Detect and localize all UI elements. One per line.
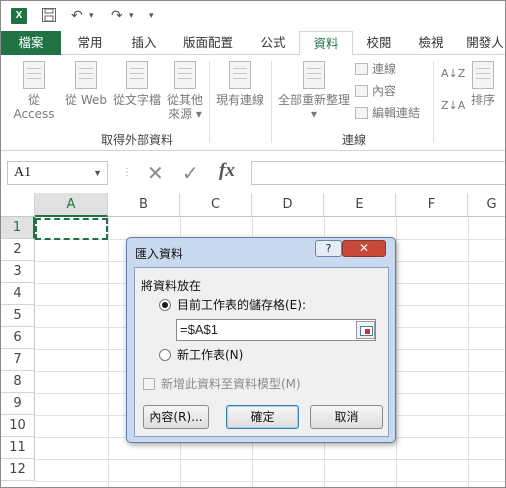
properties-button[interactable]: 內容(R)...: [143, 405, 209, 429]
row-header-5[interactable]: 5: [1, 305, 35, 327]
tab-view[interactable]: 檢視: [405, 31, 457, 55]
ribbon-tabs: 檔案 常用 插入 版面配置 公式 資料 校閱 檢視 開發人: [1, 31, 505, 56]
excel-window: X ↶ ▾ ↷ ▾ ▾ 檔案 常用 插入 版面配置 公式 資料 校閱 檢視 開發…: [0, 0, 506, 488]
close-button[interactable]: ✕: [342, 240, 386, 257]
group-get-external-data: 取得外部資料: [101, 133, 174, 147]
redo-icon[interactable]: ↷: [111, 7, 123, 25]
row-header-4[interactable]: 4: [1, 283, 35, 305]
insert-function-icon[interactable]: fx: [219, 160, 235, 182]
from-web-button[interactable]: 從 Web: [63, 61, 109, 107]
tab-page-layout[interactable]: 版面配置: [169, 31, 247, 55]
grid-line: [35, 459, 505, 460]
tab-review[interactable]: 校閱: [353, 31, 405, 55]
new-worksheet-label[interactable]: 新工作表(N): [177, 347, 243, 363]
connections-button[interactable]: 連線: [355, 60, 396, 78]
from-text-button[interactable]: 從文字檔: [111, 61, 163, 107]
redo-dropdown-icon[interactable]: ▾: [129, 7, 134, 25]
excel-app-icon[interactable]: X: [11, 8, 27, 24]
properties-ribbon-button[interactable]: 內容: [355, 82, 396, 100]
add-to-data-model-checkbox[interactable]: [143, 378, 155, 390]
column-header-a[interactable]: A: [35, 193, 108, 217]
place-data-label: 將資料放在: [141, 279, 202, 293]
range-input[interactable]: =$A$1: [176, 319, 376, 341]
row-header-10[interactable]: 10: [1, 415, 35, 437]
tab-home[interactable]: 常用: [61, 31, 119, 55]
existing-connections-icon: [229, 61, 251, 89]
formula-bar: A1 ▼ ⋮ ✕ ✓ fx: [1, 158, 505, 188]
from-other-sources-button[interactable]: 從其他 來源 ▾: [163, 61, 207, 121]
tab-developer[interactable]: 開發人: [457, 31, 505, 55]
column-header-b[interactable]: B: [108, 193, 180, 217]
existing-connections-button[interactable]: 現有連線: [213, 61, 267, 107]
sort-icon: [472, 61, 494, 89]
group-connections: 連線: [342, 133, 367, 147]
grid-line: [468, 217, 469, 487]
grid-line: [35, 481, 505, 482]
row-header-2[interactable]: 2: [1, 239, 35, 261]
grid-line: [108, 217, 109, 487]
cell-a1-selection[interactable]: [35, 218, 108, 240]
tab-file[interactable]: 檔案: [1, 31, 61, 55]
enter-icon[interactable]: ✓: [182, 161, 199, 185]
column-header-c[interactable]: C: [180, 193, 252, 217]
ribbon-separator: [433, 61, 434, 143]
customize-toolbar-icon[interactable]: ▾: [149, 7, 154, 25]
collapse-dialog-icon[interactable]: [356, 321, 375, 339]
sort-button[interactable]: 排序: [465, 61, 501, 107]
other-sources-icon: [174, 61, 196, 89]
ok-button[interactable]: 確定: [226, 405, 299, 429]
dialog-body: 將資料放在 目前工作表的儲存格(E): =$A$1 新工作表(N) 新增此資料至…: [134, 267, 389, 437]
column-header-e[interactable]: E: [324, 193, 396, 217]
row-header-1[interactable]: 1: [1, 217, 35, 239]
refresh-icon: [303, 61, 325, 89]
column-header-d[interactable]: D: [252, 193, 324, 217]
tab-formulas[interactable]: 公式: [247, 31, 299, 55]
undo-dropdown-icon[interactable]: ▾: [89, 7, 94, 25]
row-header-6[interactable]: 6: [1, 327, 35, 349]
dialog-title: 匯入資料: [135, 247, 184, 261]
row-header-8[interactable]: 8: [1, 371, 35, 393]
text-file-icon: [126, 61, 148, 89]
help-button[interactable]: ?: [315, 240, 342, 257]
formula-bar-handle[interactable]: ⋮: [122, 161, 132, 185]
row-header-3[interactable]: 3: [1, 261, 35, 283]
grid-line: [396, 217, 397, 487]
tab-data[interactable]: 資料: [299, 31, 353, 56]
tab-insert[interactable]: 插入: [119, 31, 169, 55]
select-all-corner[interactable]: [1, 193, 35, 217]
ribbon-separator: [209, 61, 210, 143]
quick-access-toolbar: X ↶ ▾ ↷ ▾ ▾: [1, 1, 505, 31]
ribbon-data: 從 Access 從 Web 從文字檔 從其他 來源 ▾ 現有連線 取得外部資料…: [1, 55, 505, 151]
existing-worksheet-radio[interactable]: [159, 299, 171, 311]
edit-links-icon: [355, 107, 368, 119]
name-box-dropdown-icon[interactable]: ▼: [93, 162, 102, 184]
connections-icon: [355, 63, 368, 75]
name-box[interactable]: A1 ▼: [7, 161, 108, 185]
save-icon[interactable]: [41, 7, 57, 25]
from-access-button[interactable]: 從 Access: [7, 61, 61, 121]
refresh-all-button[interactable]: 全部重新整理 ▾: [275, 61, 353, 121]
import-data-dialog: 匯入資料 ? ✕ 將資料放在 目前工作表的儲存格(E): =$A$1 新工作表(…: [126, 237, 396, 443]
sort-ascending-button[interactable]: A↓Z: [441, 65, 465, 83]
undo-icon[interactable]: ↶: [71, 7, 83, 25]
add-to-data-model-label: 新增此資料至資料模型(M): [161, 377, 301, 391]
sort-descending-button[interactable]: Z↓A: [441, 97, 465, 115]
edit-links-button[interactable]: 編輯連結: [355, 104, 420, 122]
ribbon-separator: [271, 61, 272, 143]
cancel-icon[interactable]: ✕: [147, 161, 164, 185]
row-header-7[interactable]: 7: [1, 349, 35, 371]
web-file-icon: [75, 61, 97, 89]
column-header-g[interactable]: G: [468, 193, 505, 217]
cancel-button[interactable]: 取消: [310, 405, 383, 429]
row-header-12[interactable]: 12: [1, 459, 35, 481]
properties-icon: [355, 85, 368, 97]
row-header-11[interactable]: 11: [1, 437, 35, 459]
formula-input[interactable]: [251, 161, 505, 185]
column-header-f[interactable]: F: [396, 193, 468, 217]
existing-worksheet-label[interactable]: 目前工作表的儲存格(E):: [177, 297, 306, 313]
row-header-9[interactable]: 9: [1, 393, 35, 415]
access-file-icon: [23, 61, 45, 89]
new-worksheet-radio[interactable]: [159, 349, 171, 361]
